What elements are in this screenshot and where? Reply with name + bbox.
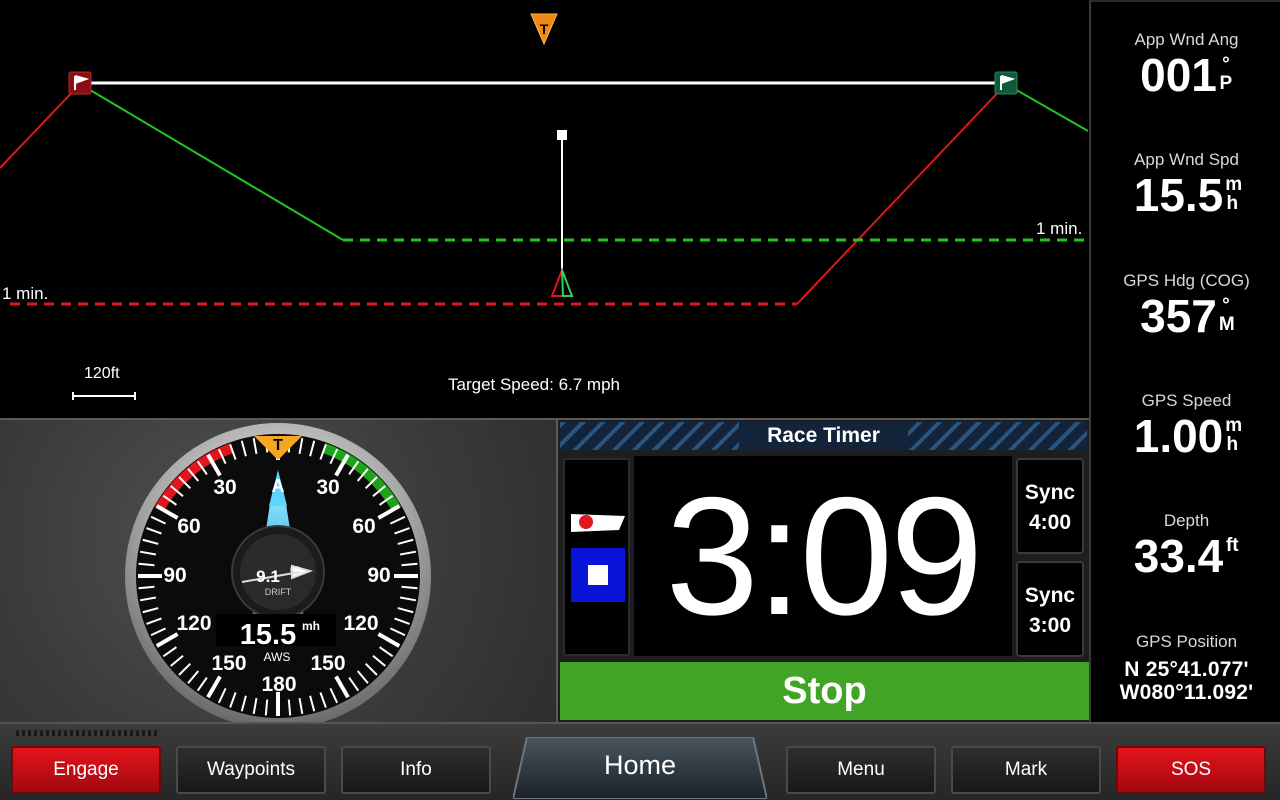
mark-button[interactable]: Mark (951, 746, 1101, 794)
flag-p-icon (571, 548, 625, 602)
starboard-layline-right (1005, 83, 1088, 132)
sync-time: 4:00 (1028, 511, 1072, 534)
scale-label-180: 180 (261, 673, 296, 696)
home-button[interactable]: Home (513, 737, 767, 799)
scale-label-stbd-150: 150 (310, 652, 345, 675)
gauge-tick (401, 562, 418, 567)
waypoints-button[interactable]: Waypoints (176, 746, 326, 794)
gauge-tick (138, 585, 155, 590)
scale-label-stbd-120: 120 (343, 612, 378, 635)
gps-position-field[interactable]: GPS Position N 25°41.077' W080°11.092' (1091, 632, 1280, 704)
starboard-layline-left (79, 83, 344, 241)
apparent-wind-letter: A (272, 476, 285, 496)
scale-label-stbd-60: 60 (352, 515, 375, 538)
engage-button[interactable]: Engage (11, 746, 161, 794)
pin-end-flag-icon (68, 71, 92, 95)
wind-marker-letter: T (540, 21, 549, 37)
field-unit: °M (1218, 295, 1235, 335)
field-value: 15.5 (1133, 169, 1224, 221)
drift-value: 9.1 (256, 567, 280, 586)
sailing-map[interactable]: T 1 min. 1 min. 120ft Target Speed: 6.7 … (0, 0, 1088, 418)
info-button[interactable]: Info (341, 746, 491, 794)
field-unit: °P (1219, 54, 1233, 94)
port-layline-right (796, 83, 1007, 305)
committee-boat-flag-icon (994, 71, 1018, 95)
bar-grip-handle[interactable] (16, 730, 158, 736)
field-value: 1.00 (1133, 410, 1224, 462)
gauge-tick (401, 585, 418, 590)
sync-4-00-button[interactable]: Sync 4:00 (1016, 458, 1084, 554)
starboard-line-time-label: 1 min. (1036, 219, 1083, 238)
longitude-value: W080°11.092' (1119, 681, 1254, 704)
port-layline-left (0, 83, 81, 169)
boat-icon (550, 267, 574, 297)
field-label: App Wnd Ang (1134, 30, 1239, 49)
field-label: GPS Speed (1141, 391, 1232, 410)
gauge-tick (264, 699, 269, 716)
field-unit: ft (1225, 535, 1239, 556)
race-timer-header: Race Timer (560, 422, 1087, 450)
field-value: 001 (1140, 49, 1217, 101)
sos-button[interactable]: SOS (1116, 746, 1266, 794)
target-speed-label: Target Speed: 6.7 mph (448, 375, 621, 394)
sync-label: Sync (1024, 481, 1076, 504)
aws-unit: mh (302, 619, 320, 633)
aws-value: 15.5 (240, 619, 296, 651)
wind-gauge: T A 30 60 90 120 150 30 60 90 120 150 18… (125, 423, 431, 724)
bottom-button-bar: Engage Waypoints Info Home Menu Mark SOS (0, 722, 1280, 800)
true-wind-marker-icon: T (530, 13, 558, 46)
scale-label-port-120: 120 (176, 612, 211, 635)
port-line-time-label: 1 min. (2, 284, 49, 303)
depth-field[interactable]: Depth 33.4 ft (1091, 511, 1280, 579)
scale-label-port-150: 150 (211, 652, 246, 675)
flag-q-icon (571, 514, 625, 532)
true-wind-gauge-letter: T (273, 437, 283, 454)
gauge-tick (138, 562, 155, 567)
field-unit: mh (1225, 415, 1243, 455)
field-value: 357 (1140, 290, 1217, 342)
field-value: 33.4 (1133, 530, 1224, 582)
map-canvas: T (0, 13, 1088, 306)
apparent-wind-speed-field[interactable]: App Wnd Spd 15.5 mh (1091, 150, 1280, 218)
gps-heading-field[interactable]: GPS Hdg (COG) 357 °M (1091, 271, 1280, 339)
signal-flag-panel (563, 458, 630, 656)
projection-endpoint (557, 130, 567, 140)
gauge-tick (287, 699, 292, 716)
drift-label: DRIFT (265, 587, 292, 597)
field-label: GPS Position (1135, 632, 1238, 651)
field-label: App Wnd Spd (1134, 150, 1239, 169)
scale-label-port-90: 90 (163, 564, 186, 587)
wind-gauge-panel[interactable]: T A 30 60 90 120 150 30 60 90 120 150 18… (0, 418, 556, 724)
countdown-display: 3:09 (634, 456, 1012, 656)
scale-label-stbd-30: 30 (316, 476, 339, 499)
menu-button[interactable]: Menu (786, 746, 936, 794)
data-sidebar[interactable]: App Wnd Ang 001 °P App Wnd Spd 15.5 mh GPS… (1089, 0, 1280, 722)
sync-label: Sync (1024, 584, 1076, 607)
field-label: GPS Hdg (COG) (1123, 271, 1250, 290)
home-button-label: Home (603, 750, 677, 780)
drift-unit: mh (290, 565, 301, 574)
sync-3-00-button[interactable]: Sync 3:00 (1016, 561, 1084, 657)
scale-label-stbd-90: 90 (367, 564, 390, 587)
gps-speed-field[interactable]: GPS Speed 1.00 mh (1091, 391, 1280, 459)
aws-label: AWS (264, 650, 291, 664)
scale-label-port-60: 60 (177, 515, 200, 538)
field-unit: mh (1225, 174, 1243, 214)
scale-label-port-30: 30 (213, 476, 236, 499)
stop-button[interactable]: Stop (560, 662, 1089, 720)
field-label: Depth (1163, 511, 1210, 530)
sync-time: 3:00 (1028, 614, 1072, 637)
map-scale-label: 120ft (84, 365, 120, 382)
latitude-value: N 25°41.077' (1124, 658, 1249, 681)
race-timer-panel[interactable]: Race Timer 3:09 Sync 4:00 Sync 3:00 Stop (556, 418, 1089, 722)
map-scale-bar (72, 392, 136, 400)
apparent-wind-angle-field[interactable]: App Wnd Ang 001 °P (1091, 30, 1280, 98)
race-timer-title: Race Timer (739, 422, 908, 450)
